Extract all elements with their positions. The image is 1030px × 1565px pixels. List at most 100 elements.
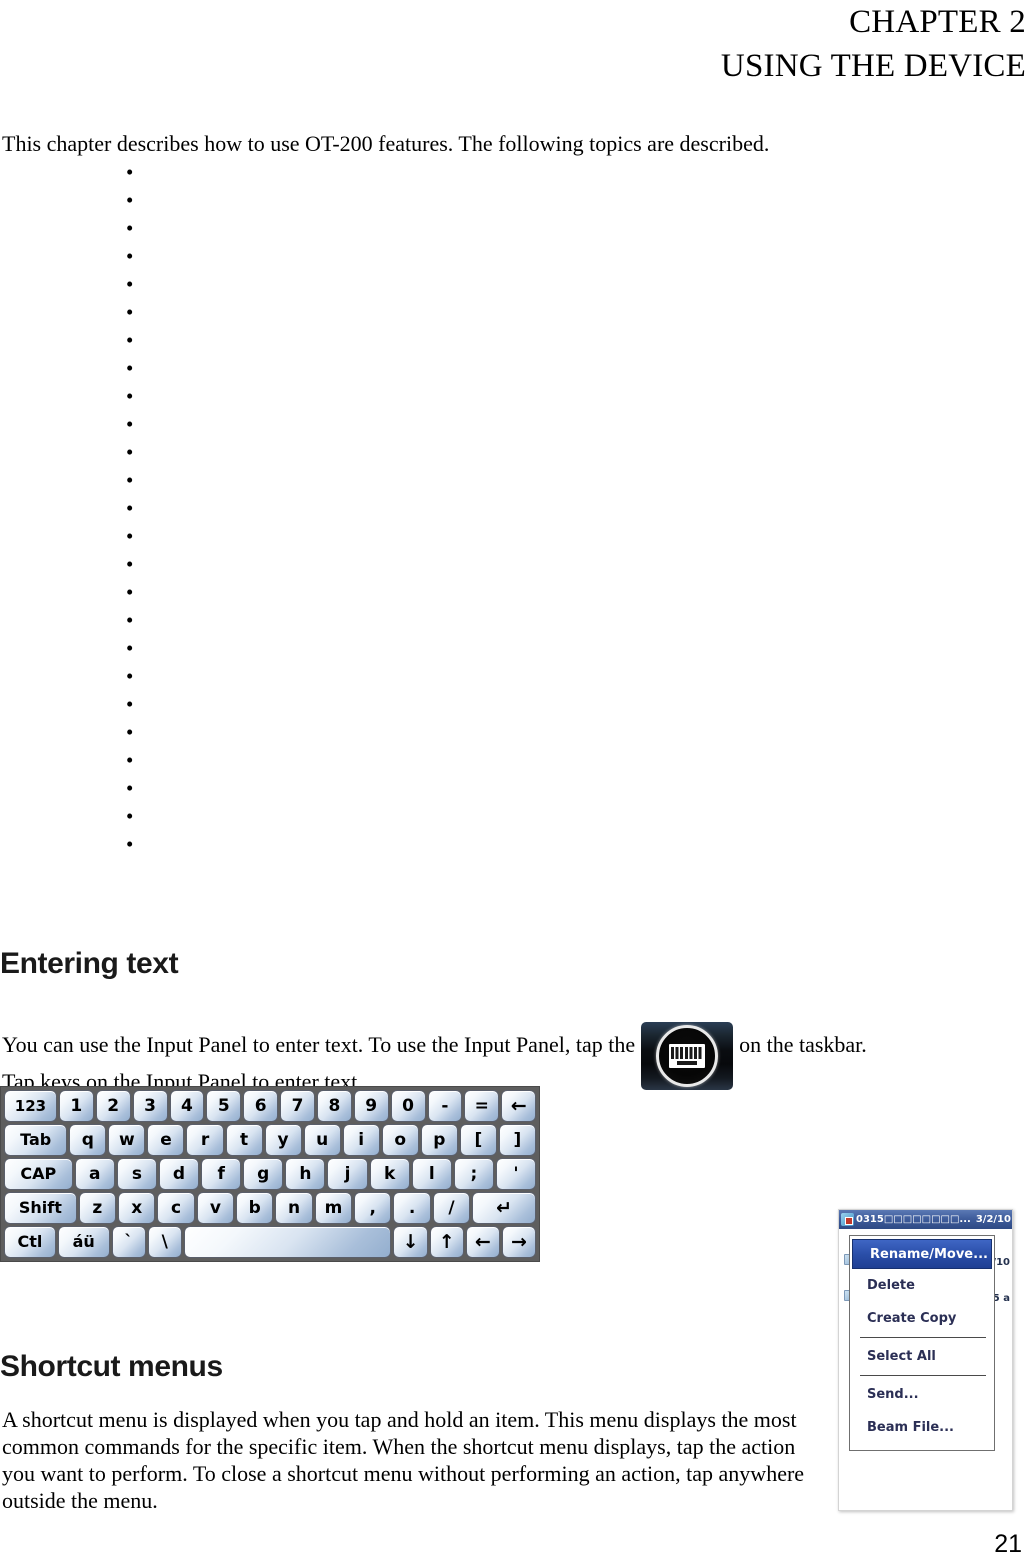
key-glyph: ←	[510, 1094, 527, 1117]
key-s[interactable]: s	[116, 1158, 157, 1190]
key-e[interactable]: e	[147, 1124, 185, 1156]
key-6[interactable]: 6	[243, 1090, 279, 1122]
key-glyph: ↑	[438, 1230, 455, 1253]
keyboard-row: Tab q w e r t y u i o p[]	[4, 1124, 536, 1156]
topic-list-item	[0, 746, 700, 774]
chapter-title: USING THE DEVICE	[720, 48, 1026, 84]
key-i[interactable]: i	[342, 1124, 380, 1156]
key-m[interactable]: m	[314, 1192, 353, 1224]
key-][interactable]: ]	[498, 1124, 536, 1156]
key-a[interactable]: a	[74, 1158, 115, 1190]
on-screen-keyboard[interactable]: 123 1 2 3 4 5 6 7 8 9 0- = ← Tab q w e r t y u i o p[] CAP a s d f g h…	[0, 1086, 540, 1262]
key-t[interactable]: t	[225, 1124, 263, 1156]
key-p[interactable]: p	[420, 1124, 458, 1156]
key-/[interactable]: /	[432, 1192, 471, 1224]
key-8[interactable]: 8	[316, 1090, 352, 1122]
context-menu[interactable]: Rename/Move... Delete Create Copy Select Al…	[849, 1235, 995, 1451]
key--[interactable]: -	[427, 1090, 463, 1122]
key-7[interactable]: 7	[280, 1090, 315, 1122]
key-↓[interactable]: ↓	[393, 1226, 428, 1258]
topic-list-item	[0, 578, 700, 606]
topic-list-item	[0, 186, 700, 214]
key-.[interactable]: .	[393, 1192, 431, 1224]
input-panel-text-before: You can use the Input Panel to enter tex…	[2, 1032, 636, 1058]
chapter-label: CHAPTER 2	[849, 4, 1026, 40]
input-panel-keyboard-icon[interactable]	[641, 1022, 734, 1090]
context-menu-item[interactable]: Select All	[850, 1340, 994, 1373]
topic-list-item	[0, 718, 700, 746]
key-123[interactable]: 123	[4, 1090, 57, 1122]
context-menu-item[interactable]: Send...	[850, 1378, 994, 1411]
key-ctl[interactable]: Ctl	[4, 1226, 56, 1258]
key-d[interactable]: d	[158, 1158, 200, 1190]
topic-list-item	[0, 494, 700, 522]
shortcut-menus-paragraph: A shortcut menu is displayed when you ta…	[2, 1407, 805, 1513]
context-menu-item[interactable]: Rename/Move...	[852, 1239, 992, 1269]
keyboard-glyph	[669, 1044, 706, 1068]
key-↑[interactable]: ↑	[429, 1226, 464, 1258]
key-b[interactable]: b	[236, 1192, 274, 1224]
topic-list-item	[0, 522, 700, 550]
key-z[interactable]: z	[78, 1192, 117, 1224]
key-glyph: ↓	[402, 1230, 419, 1253]
key-u[interactable]: u	[303, 1124, 341, 1156]
key-v[interactable]: v	[196, 1192, 235, 1224]
key-←[interactable]: ←	[501, 1090, 537, 1122]
key-n[interactable]: n	[275, 1192, 313, 1224]
key-f[interactable]: f	[201, 1158, 242, 1190]
key-glyph: ←	[474, 1230, 491, 1253]
keyboard-row: Shift z x c v b n m,. / ↵	[4, 1192, 536, 1224]
key-w[interactable]: w	[108, 1124, 146, 1156]
page-header: CHAPTER 2 USING THE DEVICE	[0, 0, 1026, 88]
key-space[interactable]	[183, 1226, 392, 1258]
key-áü[interactable]: áü	[57, 1226, 110, 1258]
topic-list-item	[0, 326, 700, 354]
topic-list-item	[0, 158, 700, 186]
key-tab[interactable]: Tab	[4, 1124, 68, 1156]
topic-list-item	[0, 550, 700, 578]
key-1[interactable]: 1	[58, 1090, 94, 1122]
topic-list-item	[0, 690, 700, 718]
section-heading-shortcut-menus: Shortcut menus	[0, 1349, 223, 1383]
key-k[interactable]: k	[369, 1158, 410, 1190]
key-g[interactable]: g	[243, 1158, 284, 1190]
context-menu-item[interactable]: Delete	[850, 1269, 994, 1302]
keyboard-row: CAP a s d f g h j k l; '	[4, 1158, 537, 1190]
key-`[interactable]: `	[111, 1226, 146, 1258]
key-2[interactable]: 2	[95, 1090, 131, 1122]
key-h[interactable]: h	[285, 1158, 326, 1190]
key-shift[interactable]: Shift	[4, 1192, 77, 1224]
key-↵[interactable]: ↵	[472, 1192, 536, 1224]
key-;[interactable]: ;	[453, 1158, 494, 1190]
key-y[interactable]: y	[264, 1124, 302, 1156]
titlebar-text: 0315□□□□□□□□...	[856, 1214, 971, 1225]
key-5[interactable]: 5	[206, 1090, 242, 1122]
key-=[interactable]: =	[464, 1090, 500, 1122]
shortcut-menu-screenshot: 0315□□□□□□□□... 3/2/10 7/10 45 a Rename/…	[838, 1209, 1013, 1511]
key-,[interactable]: ,	[354, 1192, 392, 1224]
key-\[interactable]: \	[147, 1226, 182, 1258]
key-j[interactable]: j	[327, 1158, 368, 1190]
key-'[interactable]: '	[495, 1158, 537, 1190]
context-menu-item[interactable]: Create Copy	[850, 1302, 994, 1335]
key-9[interactable]: 9	[353, 1090, 389, 1122]
key-c[interactable]: c	[157, 1192, 195, 1224]
input-panel-text-after: on the taskbar.	[739, 1032, 867, 1058]
key-→[interactable]: →	[501, 1226, 536, 1258]
key-←[interactable]: ←	[465, 1226, 500, 1258]
context-menu-item[interactable]: Beam File...	[850, 1411, 994, 1444]
key-3[interactable]: 3	[132, 1090, 168, 1122]
key-q[interactable]: q	[69, 1124, 107, 1156]
key-cap[interactable]: CAP	[4, 1158, 73, 1190]
key-0[interactable]: 0	[390, 1090, 426, 1122]
topic-list-item	[0, 606, 700, 634]
key-4[interactable]: 4	[169, 1090, 205, 1122]
topic-bullet-list	[0, 158, 700, 858]
key-[[interactable]: [	[459, 1124, 497, 1156]
input-panel-paragraph: You can use the Input Panel to enter tex…	[2, 1022, 1030, 1090]
key-l[interactable]: l	[411, 1158, 452, 1190]
key-o[interactable]: o	[381, 1124, 419, 1156]
key-x[interactable]: x	[118, 1192, 156, 1224]
titlebar-date: 3/2/10	[975, 1214, 1011, 1225]
key-r[interactable]: r	[186, 1124, 224, 1156]
